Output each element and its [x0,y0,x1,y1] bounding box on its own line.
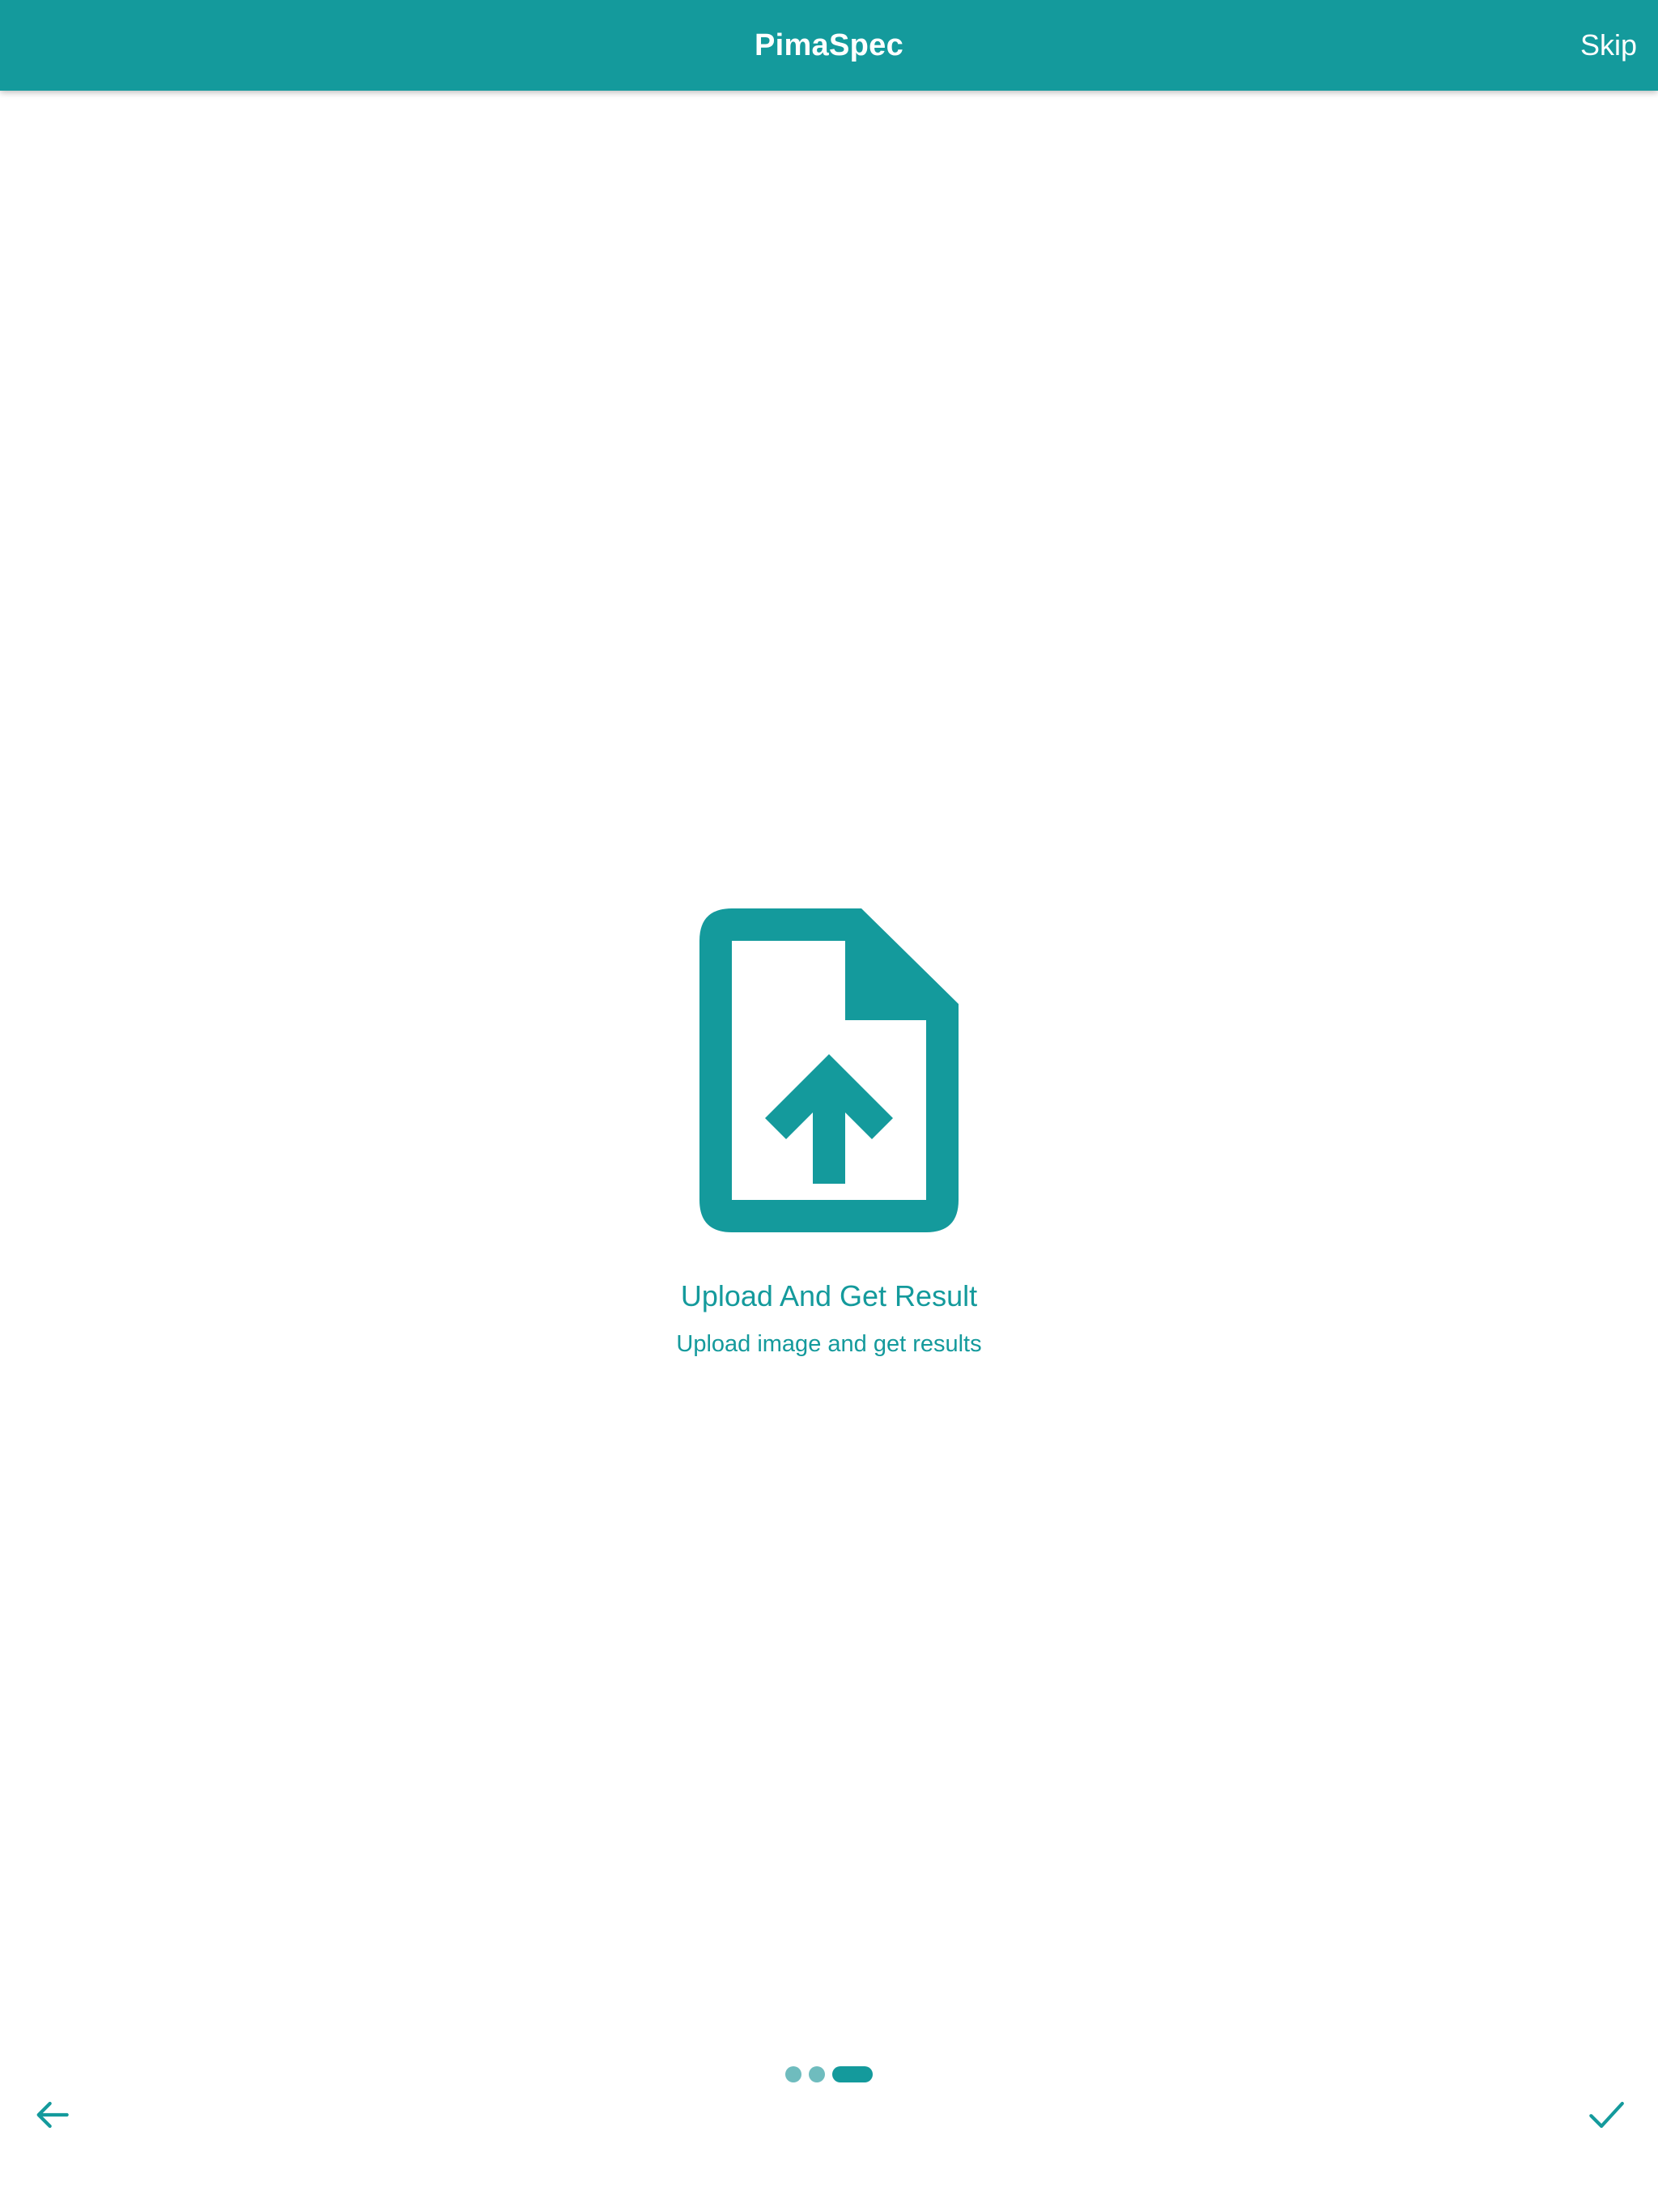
slide-title: Upload And Get Result [680,1279,978,1312]
check-icon [1589,2101,1624,2129]
back-button[interactable] [23,2086,81,2144]
onboarding-slide: Upload And Get Result Upload image and g… [0,908,1658,1360]
slide-subtitle: Upload image and get results [676,1331,982,1357]
page-dot-3-active[interactable] [832,2066,873,2082]
app-title: PimaSpec [754,28,904,62]
page-dot-2[interactable] [809,2066,825,2082]
skip-button[interactable]: Skip [1577,0,1640,91]
done-button[interactable] [1577,2086,1635,2144]
arrow-back-icon [36,2101,69,2129]
app-bar: PimaSpec Skip [0,0,1658,91]
upload-file-icon [699,908,959,1232]
page-dot-1[interactable] [785,2066,801,2082]
onboarding-screen: PimaSpec Skip Upload And Get Result Uplo… [0,0,1658,2212]
page-indicator [0,2066,1658,2082]
